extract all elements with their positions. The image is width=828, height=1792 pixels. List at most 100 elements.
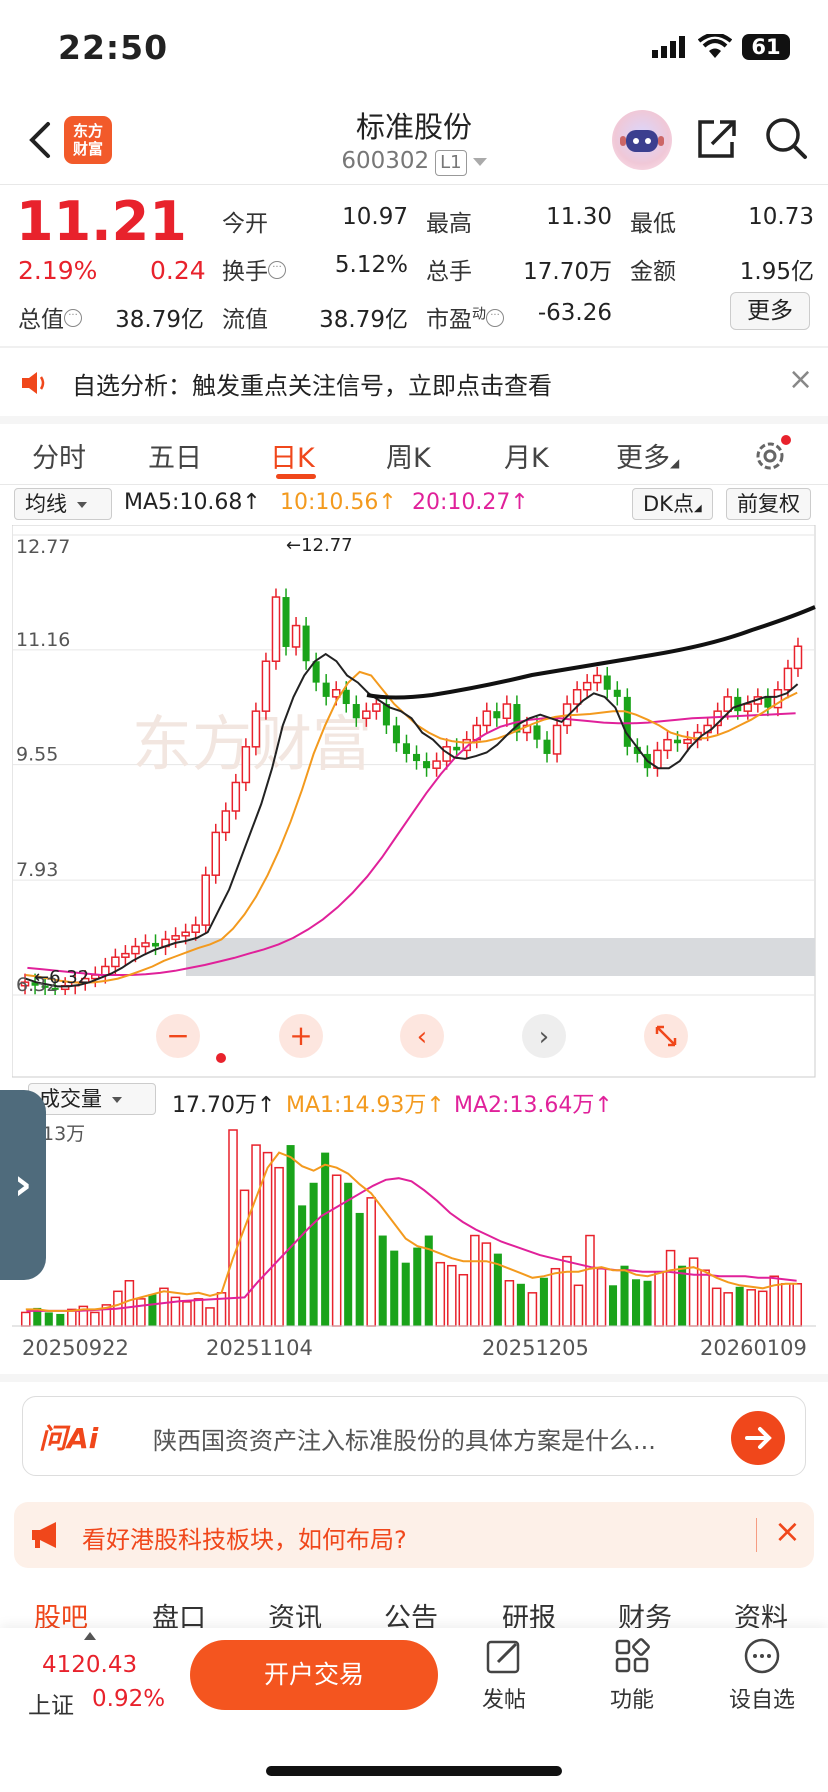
candle-body	[613, 689, 621, 697]
tab-orderbook[interactable]: 盘口	[152, 1596, 206, 1628]
volume-bar	[516, 1283, 525, 1326]
add-watchlist-button[interactable]: 设自选	[722, 1636, 802, 1714]
volume-bar	[654, 1270, 664, 1327]
float-cap-label: 流值	[222, 307, 268, 333]
tab-profile[interactable]: 资料	[734, 1596, 788, 1628]
close-icon[interactable]: ×	[788, 362, 813, 397]
candle-body	[101, 965, 110, 976]
share-icon[interactable]	[696, 116, 738, 160]
volume-bar	[562, 1255, 572, 1327]
search-icon[interactable]	[764, 116, 808, 160]
candle-body	[201, 874, 210, 926]
notice-bar[interactable]: 自选分析：触发重点关注信号，立即点击查看 ×	[0, 348, 828, 416]
candle-body	[111, 956, 120, 968]
turnover-label[interactable]: 换手 ···	[222, 252, 286, 286]
change-percent: 2.19%	[18, 256, 98, 285]
side-panel-toggle[interactable]: ›	[0, 1090, 46, 1280]
volume-select[interactable]: 成交量	[28, 1083, 156, 1115]
info-icon: ···	[64, 309, 82, 328]
market-cap-value: 38.79亿	[115, 307, 204, 333]
tab-weekly-k[interactable]: 周K	[386, 436, 431, 475]
post-button[interactable]: 发帖	[464, 1636, 544, 1714]
candle-body	[603, 675, 611, 690]
settings-icon[interactable]	[752, 434, 792, 474]
kline-chart[interactable]: 东方财富 12.7711.169.557.936.32←12.77←6.32 −…	[12, 525, 816, 1078]
adjust-button[interactable]: 前复权	[726, 488, 811, 520]
zoom-out-button[interactable]: −	[156, 1014, 200, 1058]
chevron-down-icon	[112, 1097, 122, 1103]
tab-research[interactable]: 研报	[502, 1596, 556, 1628]
change-amount: 0.24	[150, 256, 206, 285]
content-tabs: 股吧 盘口 资讯 公告 研报 财务 资料	[0, 1590, 828, 1628]
ask-ai-bar[interactable]: 问Ai 陕西国资资产注入标准股份的具体方案是什么...	[22, 1396, 806, 1476]
candle-body	[413, 753, 421, 762]
high-label: 最高	[426, 211, 472, 237]
volume-chart[interactable]: 13万	[12, 1122, 816, 1328]
volume-bar	[228, 1129, 238, 1327]
volume-bar	[136, 1298, 146, 1327]
promo-banner[interactable]: 看好港股科技板块，如何布局? ×	[14, 1502, 814, 1568]
candle-body	[582, 681, 592, 691]
market-cap-label[interactable]: 总值 ···	[18, 300, 82, 334]
more-button[interactable]: 更多	[730, 292, 810, 330]
candle-body	[171, 935, 180, 941]
vol-ma2-value: MA2:13.64万↑	[454, 1093, 613, 1118]
date-tick: 20251205	[482, 1336, 589, 1360]
volume-bar	[620, 1265, 629, 1326]
volume-bar	[504, 1280, 515, 1327]
dk-point-button[interactable]: DK点◢	[632, 488, 713, 520]
volume-bar	[447, 1264, 457, 1327]
zoom-in-button[interactable]: +	[279, 1014, 323, 1058]
candle-body	[131, 945, 140, 955]
vol-ma1-value: MA1:14.93万↑	[286, 1093, 445, 1118]
scroll-right-button[interactable]: ›	[522, 1014, 566, 1058]
tab-forum[interactable]: 股吧	[34, 1596, 88, 1628]
volume-max-label: 13万	[42, 1123, 85, 1145]
low-label: 最低	[630, 211, 676, 237]
tab-announcements[interactable]: 公告	[384, 1596, 438, 1628]
y-tick-label: 11.16	[16, 629, 70, 651]
volume-bar	[390, 1250, 399, 1326]
candle-body	[342, 689, 350, 705]
candle-body	[261, 660, 271, 712]
volume-bar	[159, 1287, 169, 1327]
date-tick: 20260109	[700, 1336, 807, 1360]
fullscreen-button[interactable]	[644, 1014, 688, 1058]
promo-text: 看好港股科技板块，如何布局?	[82, 1526, 407, 1554]
candle-body	[423, 761, 431, 769]
wifi-icon	[698, 34, 732, 58]
candle-body	[121, 952, 130, 958]
volume-bar	[309, 1182, 318, 1326]
tab-intraday[interactable]: 分时	[32, 436, 86, 475]
candle-body	[543, 739, 551, 754]
volume-bar	[401, 1262, 410, 1326]
open-account-trade-button[interactable]: 开户交易	[190, 1640, 438, 1710]
current-price: 11.21	[16, 190, 187, 253]
tab-daily-k[interactable]: 日K	[270, 436, 315, 475]
ma-select[interactable]: 均线	[14, 488, 112, 520]
volume-bar	[792, 1283, 803, 1327]
index-value[interactable]: 4120.43	[42, 1652, 137, 1678]
tab-news[interactable]: 资讯	[268, 1596, 322, 1628]
candle-body	[392, 725, 400, 744]
functions-button[interactable]: 功能	[592, 1636, 672, 1714]
tab-five-day[interactable]: 五日	[148, 436, 202, 475]
y-tick-label: 9.55	[16, 744, 58, 766]
tab-financials[interactable]: 财务	[618, 1596, 672, 1628]
scroll-left-button[interactable]: ‹	[400, 1014, 444, 1058]
close-icon[interactable]: ×	[774, 1512, 801, 1550]
volume-bar	[435, 1261, 446, 1327]
index-percent: 0.92%	[92, 1686, 166, 1712]
pe-label[interactable]: 市盈动 ···	[426, 300, 504, 334]
tab-more[interactable]: 更多◢	[616, 436, 679, 475]
ai-robot-icon[interactable]	[612, 110, 672, 170]
ask-ai-question: 陕西国资资产注入标准股份的具体方案是什么...	[153, 1427, 656, 1455]
candle-body	[453, 746, 461, 751]
arrow-right-icon[interactable]	[731, 1411, 785, 1465]
grid-icon	[615, 1638, 650, 1673]
candle-body	[372, 703, 381, 712]
volume-bar	[344, 1182, 353, 1326]
candle-body	[181, 931, 190, 937]
tab-monthly-k[interactable]: 月K	[504, 436, 549, 475]
candle-body	[402, 743, 410, 754]
